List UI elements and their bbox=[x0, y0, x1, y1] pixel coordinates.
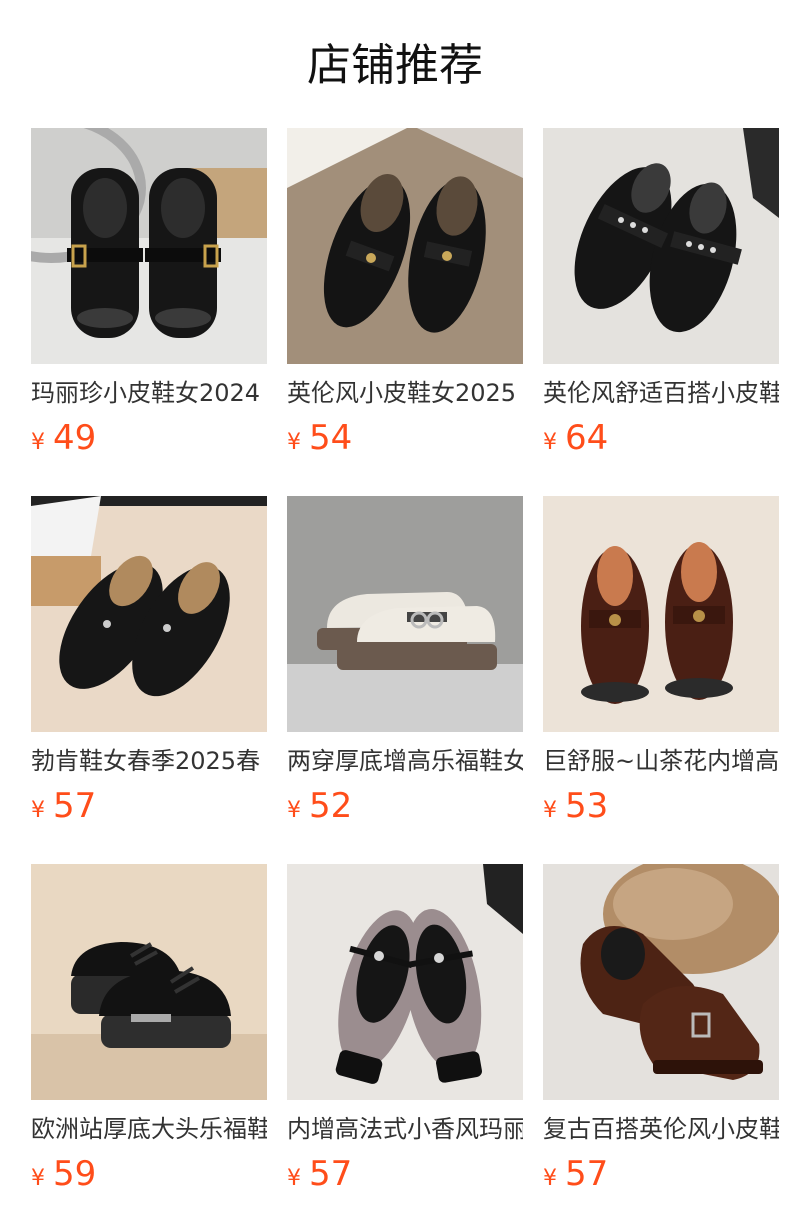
brown-loafers-photo bbox=[543, 496, 779, 732]
currency-symbol: ¥ bbox=[31, 1166, 45, 1191]
black-loafers-photo bbox=[287, 128, 523, 364]
product-name[interactable]: 英伦风小皮鞋女2025 bbox=[287, 376, 523, 410]
currency-symbol: ¥ bbox=[543, 430, 557, 455]
product-image[interactable] bbox=[287, 864, 523, 1100]
product-price: ¥54 bbox=[287, 416, 352, 460]
product-name[interactable]: 内增高法式小香风玛丽 bbox=[287, 1112, 523, 1146]
price-value: 53 bbox=[565, 786, 609, 826]
product-card[interactable]: 欧洲站厚底大头乐福鞋 ¥59 bbox=[31, 864, 267, 1204]
price-value: 49 bbox=[53, 418, 97, 458]
product-card[interactable]: 玛丽珍小皮鞋女2024 ¥49 bbox=[31, 128, 267, 468]
product-image[interactable] bbox=[543, 496, 779, 732]
product-price: ¥49 bbox=[31, 416, 96, 460]
product-price: ¥53 bbox=[543, 784, 608, 828]
currency-symbol: ¥ bbox=[543, 1166, 557, 1191]
product-price: ¥52 bbox=[287, 784, 352, 828]
price-value: 57 bbox=[309, 1154, 353, 1194]
product-image[interactable] bbox=[543, 864, 779, 1100]
price-value: 52 bbox=[309, 786, 353, 826]
black-strap-shoes-photo bbox=[543, 128, 779, 364]
currency-symbol: ¥ bbox=[543, 798, 557, 823]
product-card[interactable]: 两穿厚底增高乐福鞋女 ¥52 bbox=[287, 496, 523, 836]
product-name[interactable]: 玛丽珍小皮鞋女2024 bbox=[31, 376, 267, 410]
price-value: 59 bbox=[53, 1154, 97, 1194]
product-name[interactable]: 英伦风舒适百搭小皮鞋 bbox=[543, 376, 779, 410]
product-price: ¥64 bbox=[543, 416, 608, 460]
product-name[interactable]: 巨舒服~山茶花内增高 bbox=[543, 744, 779, 778]
currency-symbol: ¥ bbox=[287, 430, 301, 455]
product-image[interactable] bbox=[287, 496, 523, 732]
product-image[interactable] bbox=[31, 864, 267, 1100]
currency-symbol: ¥ bbox=[31, 798, 45, 823]
black-lace-up-shoes-photo bbox=[31, 864, 267, 1100]
currency-symbol: ¥ bbox=[287, 798, 301, 823]
price-value: 57 bbox=[565, 1154, 609, 1194]
product-image[interactable] bbox=[31, 496, 267, 732]
white-platform-loafers-photo bbox=[287, 496, 523, 732]
tweed-mary-jane-photo bbox=[287, 864, 523, 1100]
product-name[interactable]: 两穿厚底增高乐福鞋女 bbox=[287, 744, 523, 778]
product-price: ¥57 bbox=[31, 784, 96, 828]
product-price: ¥57 bbox=[287, 1152, 352, 1196]
product-name[interactable]: 勃肯鞋女春季2025春 bbox=[31, 744, 267, 778]
product-price: ¥59 bbox=[31, 1152, 96, 1196]
page-title: 店铺推荐 bbox=[307, 40, 483, 91]
product-card[interactable]: 内增高法式小香风玛丽 ¥57 bbox=[287, 864, 523, 1204]
currency-symbol: ¥ bbox=[287, 1166, 301, 1191]
product-image[interactable] bbox=[543, 128, 779, 364]
product-card[interactable]: 勃肯鞋女春季2025春 ¥57 bbox=[31, 496, 267, 836]
currency-symbol: ¥ bbox=[31, 430, 45, 455]
price-value: 57 bbox=[53, 786, 97, 826]
product-image[interactable] bbox=[287, 128, 523, 364]
product-name[interactable]: 欧洲站厚底大头乐福鞋 bbox=[31, 1112, 267, 1146]
black-slip-on-shoes-photo bbox=[31, 496, 267, 732]
product-card[interactable]: 复古百搭英伦风小皮鞋 ¥57 bbox=[543, 864, 779, 1204]
product-name[interactable]: 复古百搭英伦风小皮鞋 bbox=[543, 1112, 779, 1146]
price-value: 64 bbox=[565, 418, 609, 458]
product-price: ¥57 bbox=[543, 1152, 608, 1196]
product-card[interactable]: 英伦风舒适百搭小皮鞋 ¥64 bbox=[543, 128, 779, 468]
product-card[interactable]: 英伦风小皮鞋女2025 ¥54 bbox=[287, 128, 523, 468]
product-card[interactable]: 巨舒服~山茶花内增高 ¥53 bbox=[543, 496, 779, 836]
brown-buckle-shoes-photo bbox=[543, 864, 779, 1100]
product-image[interactable] bbox=[31, 128, 267, 364]
price-value: 54 bbox=[309, 418, 353, 458]
black-mary-jane-shoes-photo bbox=[31, 128, 267, 364]
